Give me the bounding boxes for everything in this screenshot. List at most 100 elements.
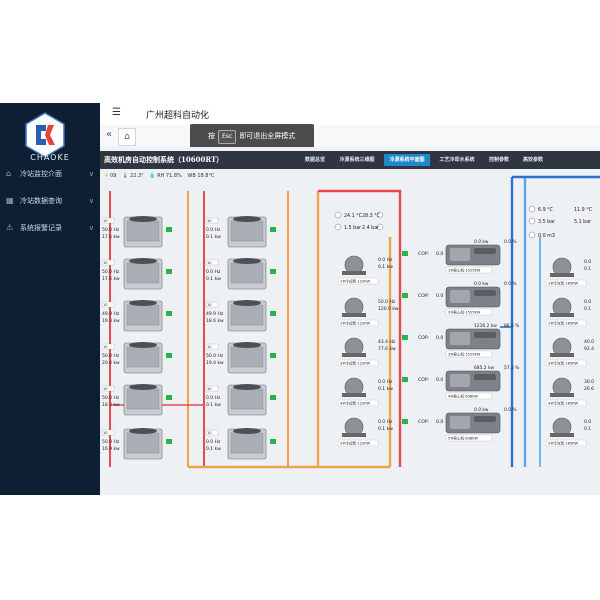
chiller-cop-label: COP:: [418, 293, 430, 299]
pump-base: [550, 313, 574, 317]
chiller-label: 5#离心机-638KW: [448, 436, 478, 441]
esc-key-badge: Esc: [218, 130, 237, 144]
valve-open-icon[interactable]: [270, 439, 276, 444]
menu-toggle-icon[interactable]: ☰: [112, 107, 121, 118]
chilled-pump-frequency: 0.0: [584, 419, 591, 425]
tower-frequency: 50.0 Hz: [102, 269, 120, 275]
tower-frequency: 50.0 Hz: [102, 227, 120, 233]
valve-open-icon[interactable]: [166, 439, 172, 444]
sidebar-item-data-query[interactable]: ▦ 冷站数据查询 ∨: [0, 192, 100, 210]
cooling-pump-frequency: 50.0 Hz: [378, 299, 396, 305]
valve-open-icon[interactable]: [166, 311, 172, 316]
tower-id-label: 10: [103, 261, 108, 265]
chilled-pump-frequency: 40.0: [584, 339, 594, 345]
valve-open-icon[interactable]: [270, 311, 276, 316]
valve-open-icon[interactable]: [402, 293, 408, 298]
valve-open-icon[interactable]: [166, 395, 172, 400]
chiller-power: 685.2 kw: [474, 365, 495, 371]
chiller-cop-label: COP:: [418, 377, 430, 383]
chiller-load: 57.3 %: [504, 365, 519, 371]
chiller-compressor-icon: [450, 248, 470, 261]
chiller-cop-value: 0.0: [436, 419, 443, 425]
valve-open-icon[interactable]: [402, 335, 408, 340]
pump-base: [342, 271, 366, 275]
tower-id-label: 10: [207, 303, 212, 307]
top-header: ☰ 广州超科自动化: [100, 103, 600, 126]
cooling-tower-fan-icon: [233, 428, 261, 434]
tower-id-label: 10: [103, 431, 108, 435]
sidebar: CHAOKE ⌂ 冷站监控介面 ∨ ▦ 冷站数据查询 ∨ ⚠ 系统报警记录 ∨: [0, 103, 100, 495]
toast-prefix: 按: [208, 132, 215, 140]
chiller-shell: [474, 374, 496, 380]
chiller-label: 3#离心机-1525KW: [448, 352, 481, 357]
tower-power: 0.1 kw: [206, 402, 221, 408]
temperature-sensor-icon: [334, 211, 342, 219]
chilled-pump-label: 1#冷冻泵-185KW: [548, 281, 578, 286]
chilled-pump-label: 5#冷冻泵-185KW: [548, 441, 578, 446]
logo-text: CHAOKE: [30, 153, 70, 162]
valve-open-icon[interactable]: [270, 353, 276, 358]
valve-open-icon[interactable]: [402, 251, 408, 256]
chw-return-temp: 11.9 °C: [574, 207, 593, 213]
chiller-label: 4#离心机-638KW: [448, 394, 478, 399]
valve-open-icon[interactable]: [402, 419, 408, 424]
chiller-load: 0.0 %: [504, 281, 517, 287]
sidebar-item-monitor[interactable]: ⌂ 冷站监控介面 ∨: [0, 165, 100, 183]
cooling-tower-fan-icon: [129, 300, 157, 306]
cooling-tower-grille: [126, 220, 160, 242]
valve-open-icon[interactable]: [166, 227, 172, 232]
tower-frequency: 50.0 Hz: [102, 439, 120, 445]
pump-base: [342, 353, 366, 357]
cooling-tower-fan-icon: [233, 384, 261, 390]
chiller-label: 1#离心机-1525KW: [448, 268, 481, 273]
tower-frequency: 50.0 Hz: [102, 395, 120, 401]
tower-frequency: 0.0 Hz: [206, 439, 221, 445]
valve-open-icon[interactable]: [270, 269, 276, 274]
chiller-cop-value: 0.0: [436, 293, 443, 299]
tower-power: 19.4 kw: [206, 360, 224, 366]
collapse-sidebar-icon[interactable]: «: [106, 129, 112, 140]
cooling-pump-label: 3#冷却泵-132KW: [340, 361, 370, 366]
chiller-cop-label: COP:: [418, 251, 430, 257]
chiller-load: 86.5 %: [504, 323, 519, 329]
valve-open-icon[interactable]: [166, 353, 172, 358]
tower-power: 17.6 kw: [102, 276, 120, 282]
tab-bar: « ⌂: [100, 125, 600, 148]
toast-suffix: 即可退出全屏模式: [239, 132, 296, 140]
tower-id-label: 10: [207, 219, 212, 223]
valve-open-icon[interactable]: [270, 227, 276, 232]
cooling-tower-fan-icon: [129, 342, 157, 348]
chiller-cop-value: 0.0: [436, 251, 443, 257]
tower-power: 20.4 kw: [102, 360, 120, 366]
cooling-pump-label: 1#冷却泵-132KW: [340, 279, 370, 284]
pump-base: [550, 353, 574, 357]
company-logo: [25, 112, 65, 158]
chiller-compressor-icon: [450, 374, 470, 387]
chilled-pump-power: 0.1: [584, 306, 591, 312]
chevron-down-icon: ∨: [88, 170, 94, 178]
cooling-tower-fan-icon: [233, 216, 261, 222]
chiller-label: 2#离心机-1525KW: [448, 310, 481, 315]
pump-base: [342, 393, 366, 397]
home-tab-icon[interactable]: ⌂: [118, 128, 136, 146]
cooling-tower-grille: [126, 346, 160, 368]
valve-open-icon[interactable]: [270, 395, 276, 400]
valve-open-icon[interactable]: [402, 377, 408, 382]
cooling-pump-label: 2#冷却泵-132KW: [340, 321, 370, 326]
chiller-shell: [474, 248, 496, 254]
tower-power: 16.9 kw: [102, 446, 120, 452]
page-title: 广州超科自动化: [146, 111, 210, 121]
chiller-shell: [474, 290, 496, 296]
sidebar-item-alarm-log[interactable]: ⚠ 系统报警记录 ∨: [0, 219, 100, 237]
chilled-pump-frequency: 0.0: [584, 299, 591, 305]
chiller-compressor-icon: [450, 332, 470, 345]
cooling-tower-grille: [126, 304, 160, 326]
fullscreen-toast: 按 Esc 即可退出全屏模式: [190, 124, 314, 148]
valve-open-icon[interactable]: [166, 269, 172, 274]
tower-id-label: 10: [103, 303, 108, 307]
tower-frequency: 0.0 Hz: [206, 227, 221, 233]
pump-base: [550, 393, 574, 397]
tower-id-label: 10: [207, 387, 212, 391]
chiller-compressor-icon: [450, 290, 470, 303]
tower-power: 0.1 kw: [206, 234, 221, 240]
